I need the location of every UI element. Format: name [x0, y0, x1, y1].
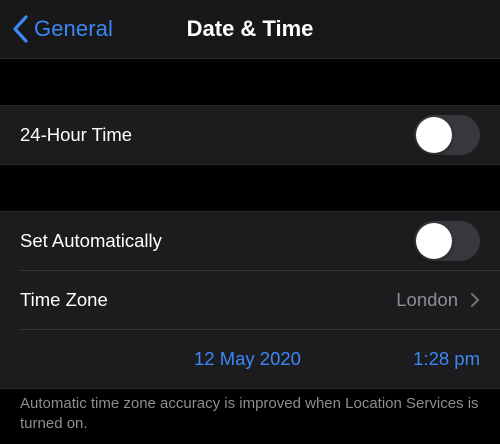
date-time-group: Set Automatically Time Zone London 12 Ma… — [0, 211, 500, 389]
set-automatically-row: Set Automatically — [0, 212, 500, 270]
toggle-knob — [416, 223, 452, 259]
footer-note: Automatic time zone accuracy is improved… — [20, 395, 479, 432]
hour24-label: 24-Hour Time — [20, 124, 133, 145]
time-zone-selector[interactable]: London — [396, 271, 480, 329]
time-zone-row[interactable]: Time Zone London — [0, 271, 500, 329]
set-automatically-toggle[interactable] — [414, 221, 480, 261]
navigation-bar: General Date & Time — [0, 0, 500, 59]
time-zone-value: London — [396, 289, 458, 310]
set-automatically-label: Set Automatically — [20, 230, 162, 251]
date-value[interactable]: 12 May 2020 — [194, 330, 301, 388]
hour24-toggle[interactable] — [414, 115, 480, 155]
time-zone-label: Time Zone — [20, 289, 108, 310]
toggle-knob — [416, 117, 452, 153]
page-title: Date & Time — [186, 16, 314, 41]
chevron-right-icon — [470, 292, 480, 308]
hour-format-group: 24-Hour Time — [0, 105, 500, 165]
time-value[interactable]: 1:28 pm — [413, 330, 480, 388]
hour24-row: 24-Hour Time — [0, 106, 500, 164]
date-time-settings-screen: General Date & Time 24-Hour Time Set Aut… — [0, 0, 500, 444]
date-time-row: 12 May 2020 1:28 pm — [0, 330, 500, 388]
